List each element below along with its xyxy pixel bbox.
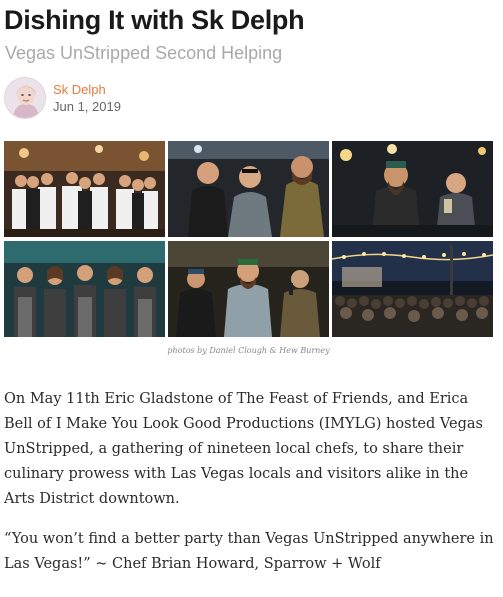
author-byline: Sk Delph Jun 1, 2019: [4, 77, 304, 121]
gallery-photo-chef-holding-drink[interactable]: [332, 141, 493, 237]
photo-gallery: [4, 141, 493, 338]
article-paragraph-2: “You won’t find a better party than Vega…: [4, 531, 494, 572]
gallery-photo-chefs-in-aprons[interactable]: [4, 241, 165, 337]
article-subtitle: Vegas UnStripped Second Helping: [5, 43, 283, 63]
gallery-photo-night-crowd[interactable]: [332, 241, 493, 337]
gallery-caption: photos by Daniel Clough & Hew Burney: [167, 346, 330, 355]
post-date: Jun 1, 2019: [53, 99, 121, 114]
article-title: Dishing It with Sk Delph: [4, 5, 305, 35]
article-paragraph-1: On May 11th Eric Gladstone of The Feast …: [4, 391, 483, 507]
gallery-photo-group-of-chefs[interactable]: [4, 141, 165, 237]
author-name-link[interactable]: Sk Delph: [53, 82, 106, 98]
gallery-photo-chefs-talking[interactable]: [168, 141, 329, 237]
gallery-photo-chefs-with-microphone[interactable]: [168, 241, 329, 337]
author-avatar[interactable]: [4, 77, 46, 119]
